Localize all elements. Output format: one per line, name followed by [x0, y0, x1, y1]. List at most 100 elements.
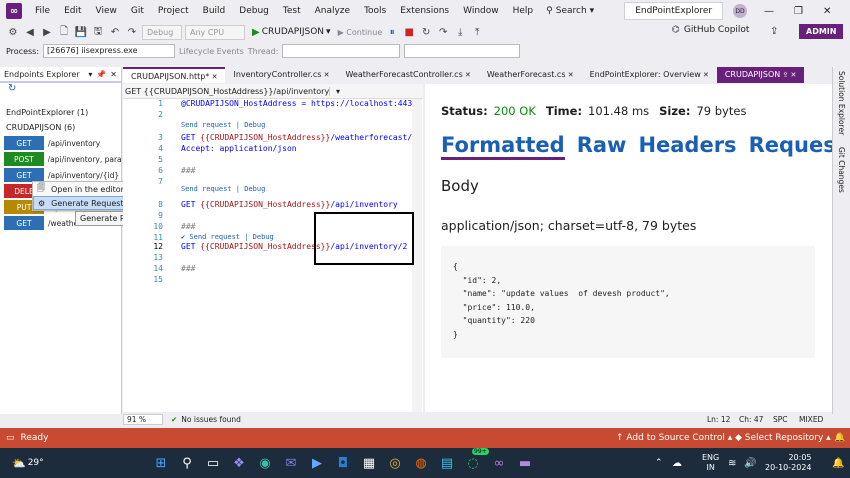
gear-icon[interactable]: ⚙ — [6, 27, 20, 38]
thread-select[interactable] — [282, 44, 401, 58]
view-tab-formatted[interactable]: Formatted — [441, 133, 565, 160]
code-line[interactable]: GET {{CRUDAPIJSON_HostAddress}}/api/inve… — [181, 200, 398, 209]
send-request-codelens[interactable]: Send request | Debug — [181, 185, 265, 193]
issues-label[interactable]: No issues found — [181, 415, 241, 424]
stack-frame-select[interactable] — [404, 44, 521, 58]
code-line[interactable]: @CRUDAPIJSON_HostAddress = https://local… — [181, 99, 422, 108]
redo-icon[interactable]: ↷ — [125, 27, 139, 38]
zoom-select[interactable]: 91 % — [123, 414, 163, 425]
configuration-select[interactable]: Debug — [142, 24, 182, 40]
open-in-editor-menu-item[interactable]: 🗐 Open in the editor — [33, 182, 131, 196]
endpoint-row[interactable]: POST/api/inventory, para — [0, 151, 121, 167]
menu-window[interactable]: Window — [456, 0, 506, 22]
start-debugging-button[interactable]: ▶ CRUDAPIJSON ▾ — [252, 27, 331, 38]
save-icon[interactable]: 💾 — [74, 27, 88, 38]
new-item-icon[interactable]: 🗋 — [57, 24, 71, 41]
back-icon[interactable]: ◀ — [23, 27, 37, 38]
wifi-icon[interactable]: ≋ — [728, 458, 736, 469]
document-tab[interactable]: CRUDAPIJSON ⇪ ✕ — [716, 67, 805, 83]
weather-temp[interactable]: 29° — [28, 458, 44, 468]
document-tab[interactable]: WeatherForecastController.cs ✕ — [337, 67, 478, 83]
close-icon[interactable]: ✕ — [823, 6, 831, 17]
document-tab[interactable]: InventoryController.cs ✕ — [225, 67, 337, 83]
start-icon[interactable]: ⊞ — [150, 452, 172, 474]
menu-help[interactable]: Help — [506, 0, 541, 22]
pause-icon[interactable]: ⏸ — [385, 27, 399, 38]
close-icon[interactable]: ⇪ ✕ — [780, 71, 796, 79]
outlook-icon[interactable]: ◘ — [332, 452, 354, 474]
menu-git[interactable]: Git — [124, 0, 151, 22]
restore-icon[interactable]: ❐ — [794, 6, 803, 17]
menu-project[interactable]: Project — [151, 0, 196, 22]
search-icon[interactable]: ⚲ — [176, 452, 198, 474]
chat-icon[interactable]: ✉ — [280, 452, 302, 474]
github-copilot-button[interactable]: ⌬ GitHub Copilot — [672, 25, 749, 35]
whitespace-indicator[interactable]: SPC — [773, 415, 788, 424]
code-line[interactable]: ### — [181, 264, 195, 273]
refresh-icon[interactable]: ↻ — [0, 83, 121, 99]
process-select[interactable]: [26676] iisexpress.exe — [43, 44, 176, 58]
menu-test[interactable]: Test — [276, 0, 308, 22]
visual-studio-logo-icon[interactable]: ∞ — [6, 3, 22, 19]
close-icon[interactable]: ✕ — [701, 71, 709, 79]
share-icon[interactable]: ⇪ — [770, 26, 778, 37]
generate-request-menu-item[interactable]: ⚙ Generate Request — [33, 196, 131, 210]
endpoint-row[interactable]: GET/api/inventory — [0, 135, 121, 151]
tree-root[interactable]: EndPointExplorer (1) — [0, 105, 121, 120]
code-line[interactable]: Accept: application/json — [181, 144, 297, 153]
add-to-source-control-button[interactable]: ↑ Add to Source Control ▴ — [616, 433, 732, 443]
continue-button[interactable]: ▶ Continue — [338, 28, 383, 37]
send-request-codelens[interactable]: Send request | Debug — [181, 121, 265, 129]
platform-select[interactable]: Any CPU — [185, 24, 245, 40]
menu-build[interactable]: Build — [196, 0, 233, 22]
menu-file[interactable]: File — [28, 0, 57, 22]
stop-icon[interactable]: ■ — [402, 27, 416, 38]
notifications-icon[interactable]: 🔔 — [834, 433, 845, 443]
notes-icon[interactable]: ▤ — [436, 452, 458, 474]
select-repository-button[interactable]: ◆ Select Repository ▴ — [735, 433, 831, 443]
close-icon[interactable]: ✕ — [321, 71, 330, 79]
close-icon[interactable]: ✕ — [110, 70, 117, 79]
chrome-icon[interactable]: ◎ — [384, 452, 406, 474]
code-line[interactable]: GET {{CRUDAPIJSON_HostAddress}}/weatherf… — [181, 133, 412, 142]
input-language[interactable]: ENG IN — [702, 453, 719, 473]
task-view-icon[interactable]: ▭ — [202, 452, 224, 474]
step-out-icon[interactable]: ⤒ — [470, 27, 484, 38]
lifecycle-events-button[interactable]: Lifecycle Events — [179, 47, 244, 56]
teams-icon[interactable]: ❖ — [228, 452, 250, 474]
step-into-icon[interactable]: ⤓ — [453, 27, 467, 38]
terminal-icon[interactable]: ▬ — [514, 452, 536, 474]
visual-studio-icon[interactable]: ∞ — [488, 452, 510, 474]
onedrive-icon[interactable]: ☁ — [672, 458, 682, 469]
document-tab[interactable]: WeatherForecast.cs ✕ — [479, 67, 582, 83]
restart-icon[interactable]: ↻ — [419, 27, 433, 38]
undo-icon[interactable]: ↶ — [108, 27, 122, 38]
menu-debug[interactable]: Debug — [232, 0, 276, 22]
git-changes-tab[interactable]: Git Changes — [837, 147, 846, 193]
tree-project[interactable]: CRUDAPIJSON (6) — [0, 120, 121, 135]
volume-icon[interactable]: 🔊 — [744, 458, 756, 469]
close-icon[interactable]: ✕ — [463, 71, 471, 79]
notification-center-icon[interactable]: 🔔 — [832, 458, 844, 469]
code-line[interactable]: ### — [181, 166, 195, 175]
minimize-icon[interactable]: — — [764, 6, 774, 17]
menu-edit[interactable]: Edit — [57, 0, 88, 22]
forward-icon[interactable]: ▶ — [40, 27, 54, 38]
menu-tools[interactable]: Tools — [357, 0, 393, 22]
view-tab-headers[interactable]: Headers — [638, 133, 736, 160]
store-icon[interactable]: ▦ — [358, 452, 380, 474]
close-icon[interactable]: ✕ — [209, 73, 218, 81]
pin-icon[interactable]: 📌 — [96, 70, 106, 79]
line-ending-indicator[interactable]: MIXED — [799, 415, 823, 424]
edge-icon[interactable]: ◉ — [254, 452, 276, 474]
weather-icon[interactable]: ⛅ — [12, 457, 26, 470]
menu-view[interactable]: View — [89, 0, 124, 22]
dropdown-icon[interactable]: ▾ — [88, 70, 92, 79]
code-line[interactable]: ### — [181, 222, 195, 231]
media-icon[interactable]: ▶ — [306, 452, 328, 474]
show-hidden-icons[interactable]: ⌃ — [655, 458, 663, 468]
request-select[interactable]: GET {{CRUDAPIJSON_HostAddress}}/api/inve… — [125, 86, 330, 96]
send-request-codelens[interactable]: ✔ Send request | Debug — [181, 233, 274, 241]
whatsapp-icon[interactable]: ◌ 99+ — [462, 448, 489, 474]
document-tab[interactable]: CRUDAPIJSON.http* ✕ — [123, 67, 226, 83]
